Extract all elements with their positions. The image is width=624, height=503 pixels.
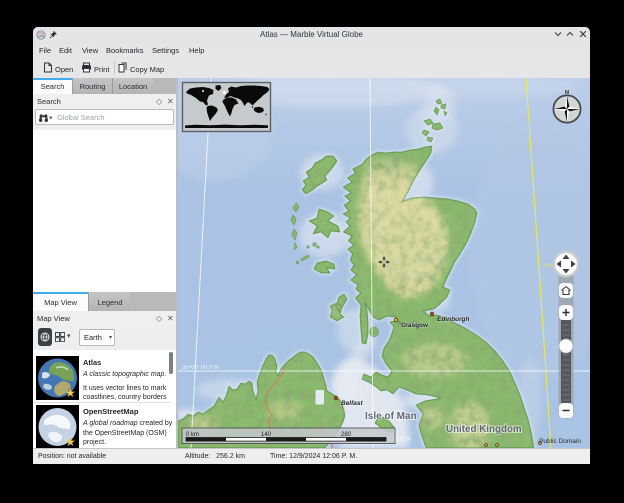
svg-text:Belfast: Belfast [341, 400, 364, 407]
svg-text:United Kingdom: United Kingdom [446, 424, 522, 435]
svg-text:Isle of Man: Isle of Man [365, 411, 417, 422]
svg-text:Glasgow: Glasgow [401, 322, 429, 329]
svg-text:Public Domain: Public Domain [539, 438, 581, 445]
svg-text:Edinburgh: Edinburgh [437, 316, 470, 323]
svg-text:55°00' 00.0"N: 55°00' 00.0"N [182, 365, 219, 371]
